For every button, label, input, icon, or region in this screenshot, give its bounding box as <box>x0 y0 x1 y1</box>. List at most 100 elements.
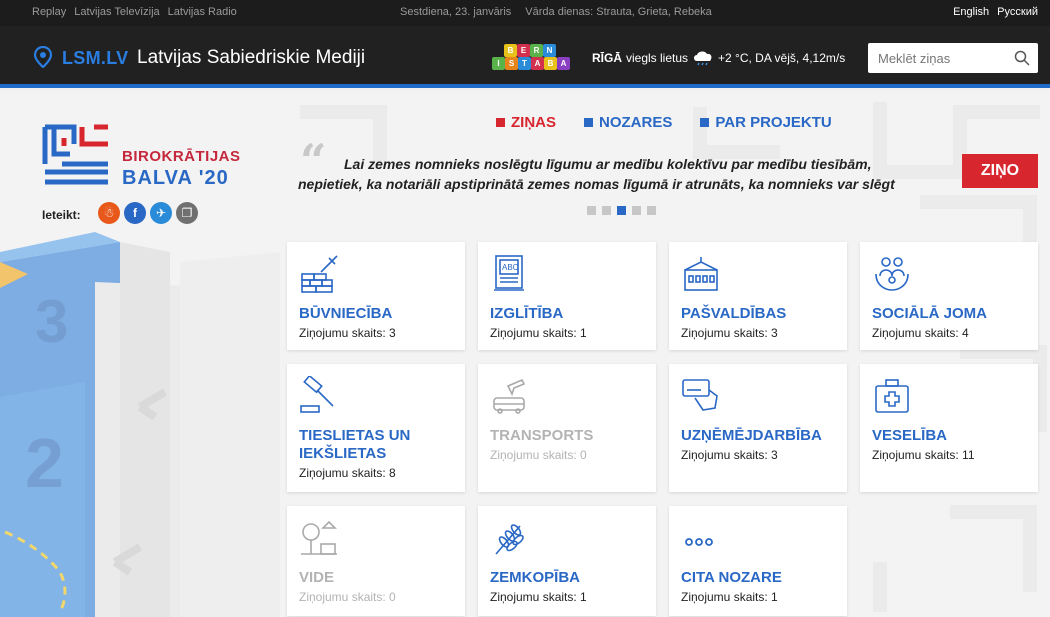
link-ltv[interactable]: Latvijas Televīzija <box>74 6 159 18</box>
lang-english[interactable]: English <box>953 6 989 18</box>
card-count: Ziņojumu skaits: 11 <box>872 448 975 462</box>
search-box <box>868 43 1038 73</box>
logo-lsm[interactable]: LSM.LV <box>62 48 128 69</box>
carousel-dot-active[interactable] <box>617 206 626 215</box>
municipal-building-icon <box>684 257 718 291</box>
birokratijas-balva-logo-icon[interactable] <box>42 124 112 186</box>
draugiem-icon[interactable]: ☃ <box>98 202 120 224</box>
card-title: UZŅĒMĒJDARBĪBA <box>681 427 822 444</box>
main-content: 3 2 BIROKRĀTIJAS BALVA '20 Ieteikt: ☃ f … <box>0 92 1050 617</box>
card-title: TRANSPORTS <box>490 427 594 444</box>
card-zemkopiba[interactable]: ZEMKOPĪBA Ziņojumu skaits: 1 <box>478 506 656 616</box>
site-title[interactable]: Latvijas Sabiedriskie Mediji <box>137 47 365 69</box>
bern-istaba-logo[interactable]: B E R N I S T A B A <box>490 44 570 74</box>
share-label: Ieteikt: <box>42 208 81 222</box>
language-switch: English Русский <box>953 6 1038 18</box>
card-title: PAŠVALDĪBAS <box>681 305 787 322</box>
nav-square-icon <box>700 118 710 127</box>
carousel-dots <box>587 206 656 215</box>
card-title: BŪVNIECĪBA <box>299 305 393 322</box>
nav-nozares[interactable]: NOZARES <box>584 114 672 131</box>
featured-quote[interactable]: Lai zemes nomnieks noslēgtu līgumu ar me… <box>298 154 938 194</box>
top-links: Replay Latvijas Televīzija Latvijas Radi… <box>32 6 237 18</box>
nav-square-icon <box>496 118 505 127</box>
carousel-dot[interactable] <box>587 206 596 215</box>
card-sociala-joma[interactable]: SOCIĀLĀ JOMA Ziņojumu skaits: 4 <box>860 242 1038 350</box>
carousel-dot[interactable] <box>647 206 656 215</box>
quote-line2: nepietiek, ka notariāli apstiprinātā zem… <box>298 176 895 192</box>
nav-par-projektu-label: PAR PROJEKTU <box>715 114 832 131</box>
block-letter: S <box>505 57 518 70</box>
card-count: Ziņojumu skaits: 8 <box>299 466 396 480</box>
gavel-icon <box>300 374 334 413</box>
weather-city: RĪGĀ <box>592 51 622 65</box>
search-input[interactable] <box>868 43 1008 73</box>
svg-text:2: 2 <box>25 424 64 502</box>
card-buvnieciba[interactable]: BŪVNIECĪBA Ziņojumu skaits: 3 <box>287 242 465 350</box>
card-pasvaldibas[interactable]: PAŠVALDĪBAS Ziņojumu skaits: 3 <box>669 242 847 350</box>
twitter-icon[interactable]: ✈ <box>150 202 172 224</box>
nav-square-icon <box>584 118 593 127</box>
block-letter: B <box>544 57 557 70</box>
environment-icon <box>301 520 337 555</box>
zino-button[interactable]: ZIŅO <box>962 154 1038 188</box>
location-pin-icon[interactable] <box>34 46 52 68</box>
weather-text: viegls lietus <box>626 51 689 65</box>
nav-par-projektu[interactable]: PAR PROJEKTU <box>700 114 832 131</box>
card-count: Ziņojumu skaits: 3 <box>681 326 778 340</box>
date-info: Sestdiena, 23. janvāris Vārda dienas: St… <box>400 6 712 18</box>
link-radio[interactable]: Latvijas Radio <box>168 6 237 18</box>
award-line2: BALVA '20 <box>122 167 229 189</box>
nav-zinas[interactable]: ZIŅAS <box>496 114 556 131</box>
carousel-dot[interactable] <box>602 206 611 215</box>
svg-text:ABC: ABC <box>502 263 519 272</box>
card-title: IZGLĪTĪBA <box>490 305 564 322</box>
credit-card-icon <box>682 379 718 411</box>
award-title: BIROKRĀTIJAS BALVA '20 <box>122 148 241 190</box>
current-date: Sestdiena, 23. janvāris <box>400 6 512 18</box>
search-icon[interactable] <box>1014 50 1030 66</box>
card-title: ZEMKOPĪBA <box>490 569 580 586</box>
card-count: Ziņojumu skaits: 0 <box>299 590 396 604</box>
carousel-dot[interactable] <box>632 206 641 215</box>
weather-temp: +2 °C, DA vējš, 4,12m/s <box>718 51 846 65</box>
block-letter: T <box>518 57 531 70</box>
card-title: CITA NOZARE <box>681 569 782 586</box>
block-letter: N <box>543 44 556 57</box>
copy-icon[interactable]: ❐ <box>176 202 198 224</box>
lang-russian[interactable]: Русский <box>997 6 1038 18</box>
card-transports[interactable]: TRANSPORTS Ziņojumu skaits: 0 <box>478 364 656 492</box>
main-header: LSM.LV Latvijas Sabiedriskie Mediji B E … <box>0 26 1050 88</box>
nav-zinas-label: ZIŅAS <box>511 114 556 131</box>
people-care-icon <box>875 257 909 291</box>
card-count: Ziņojumu skaits: 1 <box>681 590 778 604</box>
card-izglitiba[interactable]: ABC IZGLĪTĪBA Ziņojumu skaits: 1 <box>478 242 656 350</box>
card-title: VIDE <box>299 569 335 586</box>
construction-icon <box>301 255 338 293</box>
rain-cloud-icon <box>694 51 712 66</box>
block-letter: R <box>530 44 543 57</box>
award-line1: BIROKRĀTIJAS <box>122 148 241 165</box>
wheat-icon <box>495 524 524 555</box>
card-veseliba[interactable]: VESELĪBA Ziņojumu skaits: 11 <box>860 364 1038 492</box>
link-replay[interactable]: Replay <box>32 6 66 18</box>
quote-line1: Lai zemes nomnieks noslēgtu līgumu ar me… <box>344 156 872 172</box>
card-count: Ziņojumu skaits: 3 <box>681 448 778 462</box>
nav-nozares-label: NOZARES <box>599 114 673 131</box>
namedays: Vārda dienas: Strauta, Grieta, Rebeka <box>525 6 712 18</box>
card-tieslietas[interactable]: TIESLIETAS UN IEKŠLIETAS Ziņojumu skaits… <box>287 364 465 492</box>
card-cita-nozare[interactable]: CITA NOZARE Ziņojumu skaits: 1 <box>669 506 847 616</box>
block-letter: B <box>504 44 517 57</box>
block-letter: I <box>492 57 505 70</box>
block-letter: E <box>517 44 530 57</box>
card-title: SOCIĀLĀ JOMA <box>872 305 988 322</box>
card-title: VESELĪBA <box>872 427 948 444</box>
card-count: Ziņojumu skaits: 3 <box>299 326 396 340</box>
weather-widget[interactable]: RĪGĀ viegls lietus +2 °C, DA vējš, 4,12m… <box>592 50 845 66</box>
facebook-icon[interactable]: f <box>124 202 146 224</box>
card-uznemejdarbiba[interactable]: UZŅĒMĒJDARBĪBA Ziņojumu skaits: 3 <box>669 364 847 492</box>
card-vide[interactable]: VIDE Ziņojumu skaits: 0 <box>287 506 465 616</box>
transport-icon <box>493 378 526 414</box>
blackboard-icon: ABC <box>494 255 524 291</box>
card-count: Ziņojumu skaits: 1 <box>490 590 587 604</box>
